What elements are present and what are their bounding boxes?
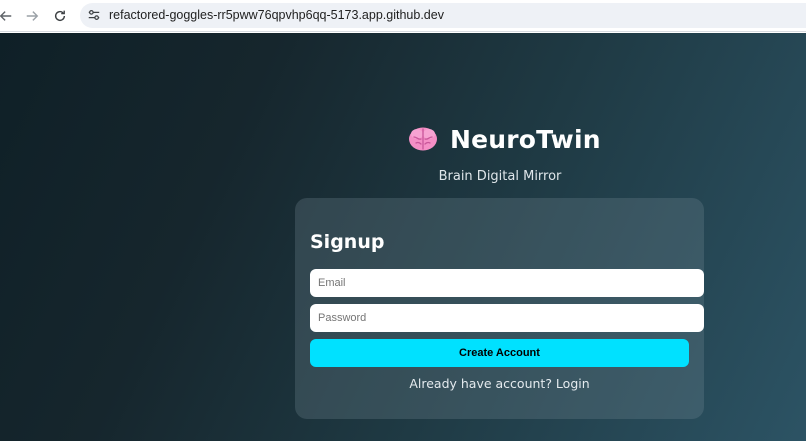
signup-heading: Signup	[310, 231, 385, 253]
brand-header: NeuroTwin	[408, 121, 601, 157]
browser-toolbar: refactored-goggles-rr5pww76qpvhp6qq-5173…	[0, 0, 806, 32]
create-account-button[interactable]: Create Account	[310, 339, 689, 367]
brain-icon	[409, 127, 437, 151]
app-tagline: Brain Digital Mirror	[438, 169, 562, 184]
url-text[interactable]: refactored-goggles-rr5pww76qpvhp6qq-5173…	[109, 8, 444, 22]
site-info-button[interactable]	[86, 7, 102, 23]
app-title: NeuroTwin	[450, 124, 601, 154]
arrow-right-icon	[26, 11, 39, 21]
tune-icon	[88, 10, 100, 20]
back-button[interactable]	[0, 6, 16, 26]
signup-card: Signup Create Account Already have accou…	[295, 198, 704, 419]
login-link[interactable]: Already have account? Login	[310, 376, 689, 391]
arrow-left-icon	[0, 11, 12, 21]
forward-button[interactable]	[22, 6, 42, 26]
password-field[interactable]	[310, 304, 704, 332]
reload-icon	[54, 10, 66, 22]
signup-page: NeuroTwin Brain Digital Mirror Signup Cr…	[0, 33, 806, 441]
email-field[interactable]	[310, 269, 704, 297]
reload-button[interactable]	[50, 6, 70, 26]
